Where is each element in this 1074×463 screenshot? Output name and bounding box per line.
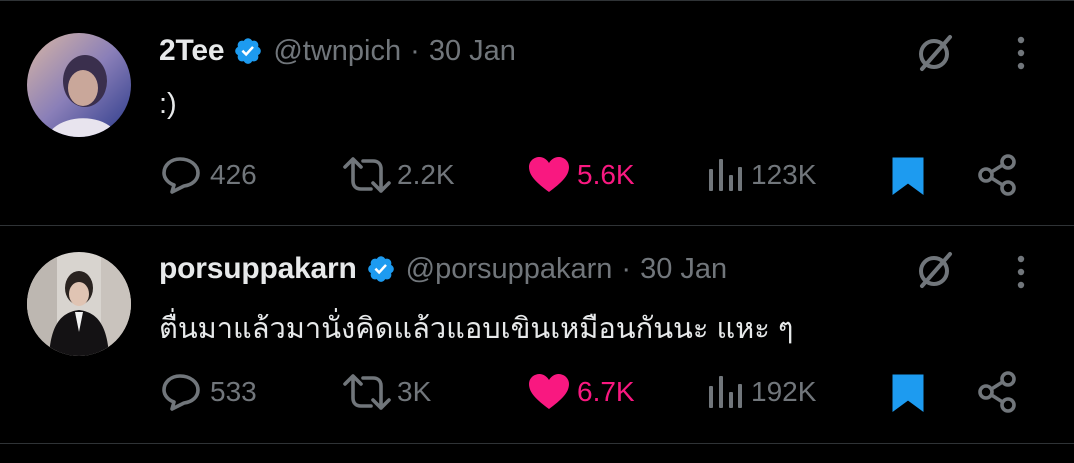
grok-icon[interactable] (913, 31, 957, 75)
views-icon (705, 372, 745, 412)
verified-badge-icon (366, 254, 396, 284)
more-dots-icon[interactable] (1010, 254, 1032, 290)
share-button[interactable] (975, 153, 1019, 197)
views-icon (705, 155, 745, 195)
tweet-actions: 533 3K 6.7K 192K (0, 370, 1074, 414)
views-count: 123K (751, 159, 817, 190)
tweet[interactable]: porsuppakarn @porsuppakarn · 30 Jan ตื่น… (0, 224, 1074, 444)
reply-count: 426 (210, 159, 257, 190)
repost-button[interactable]: 3K (343, 370, 431, 414)
tweet-text: ตื่นมาแล้วมานั่งคิดแล้วแอบเขินเหมือนกันน… (159, 313, 794, 345)
repost-count: 2.2K (397, 159, 455, 190)
reply-button[interactable]: 533 (160, 370, 257, 414)
tweet-date[interactable]: 30 Jan (429, 35, 516, 68)
more-dots-icon[interactable] (1010, 35, 1032, 71)
views-button[interactable]: 192K (705, 370, 816, 414)
heart-icon (527, 155, 571, 195)
reply-button[interactable]: 426 (160, 153, 257, 197)
avatar[interactable] (27, 33, 131, 137)
user-handle[interactable]: @porsuppakarn (406, 253, 613, 286)
tweet[interactable]: 2Tee @twnpich · 30 Jan :) 426 2.2K 5.6K … (0, 0, 1074, 226)
like-button[interactable]: 6.7K (527, 370, 635, 414)
views-count: 192K (751, 376, 817, 407)
bookmark-button[interactable] (888, 153, 928, 197)
avatar[interactable] (27, 252, 131, 356)
verified-badge-icon (233, 36, 263, 66)
separator-dot: · (410, 34, 420, 67)
repost-count: 3K (397, 376, 432, 407)
like-button[interactable]: 5.6K (527, 153, 635, 197)
reply-count: 533 (210, 376, 257, 407)
views-button[interactable]: 123K (705, 153, 816, 197)
share-icon (975, 153, 1019, 197)
like-count: 5.6K (577, 159, 635, 190)
tweet-text: :) (159, 88, 177, 120)
repost-button[interactable]: 2.2K (343, 153, 455, 197)
bookmark-button[interactable] (888, 370, 928, 414)
grok-icon[interactable] (913, 248, 957, 292)
repost-icon (343, 372, 391, 412)
reply-icon (160, 372, 204, 412)
bookmark-icon (888, 372, 928, 412)
display-name[interactable]: porsuppakarn (159, 252, 357, 286)
display-name[interactable]: 2Tee (159, 34, 225, 68)
reply-icon (160, 155, 204, 195)
tweet-date[interactable]: 30 Jan (640, 253, 727, 286)
bookmark-icon (888, 155, 928, 195)
user-handle[interactable]: @twnpich (273, 35, 401, 68)
tweet-actions: 426 2.2K 5.6K 123K (0, 153, 1074, 197)
share-button[interactable] (975, 370, 1019, 414)
like-count: 6.7K (577, 376, 635, 407)
heart-icon (527, 372, 571, 412)
repost-icon (343, 155, 391, 195)
separator-dot: · (621, 252, 632, 285)
share-icon (975, 370, 1019, 414)
